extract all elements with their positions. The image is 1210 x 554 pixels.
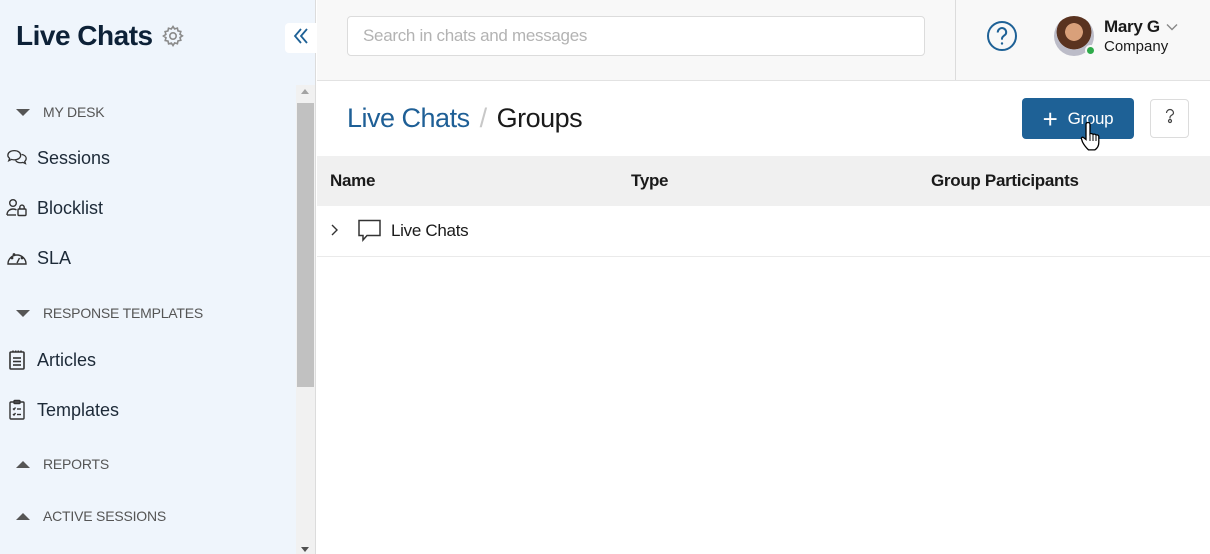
scroll-up-arrow-icon[interactable] bbox=[301, 89, 309, 94]
nav-label: Blocklist bbox=[37, 197, 104, 218]
topbar-divider bbox=[955, 0, 956, 80]
column-header-name[interactable]: Name bbox=[330, 171, 375, 191]
page-header: Live Chats / Groups + Group bbox=[317, 81, 1210, 156]
nav-label: Articles bbox=[37, 349, 97, 370]
chevron-right-icon[interactable] bbox=[329, 223, 341, 237]
double-chevron-left-icon bbox=[292, 27, 310, 50]
nav-label: SLA bbox=[37, 247, 72, 268]
section-active-sessions[interactable]: ACTIVE SESSIONS bbox=[16, 508, 166, 524]
user-menu[interactable]: Mary G Company bbox=[1054, 16, 1178, 56]
chat-bubble-icon bbox=[357, 218, 382, 243]
chevron-down-icon bbox=[1166, 18, 1178, 36]
sidebar-scrollbar[interactable] bbox=[296, 85, 315, 554]
sidebar-item-articles[interactable]: Articles bbox=[6, 349, 96, 371]
user-name-row: Mary G bbox=[1104, 17, 1178, 37]
caret-up-icon bbox=[16, 512, 30, 520]
add-group-button[interactable]: + Group bbox=[1022, 98, 1134, 139]
section-label: REPORTS bbox=[43, 456, 110, 472]
question-mark-icon bbox=[1164, 108, 1176, 129]
caret-down-icon bbox=[16, 108, 30, 116]
nav-label: Templates bbox=[37, 399, 120, 420]
page-help-button[interactable] bbox=[1150, 99, 1189, 138]
sidebar-item-templates[interactable]: Templates bbox=[6, 399, 119, 421]
user-info: Mary G Company bbox=[1104, 17, 1178, 55]
breadcrumb-separator: / bbox=[479, 103, 488, 133]
avatar-container bbox=[1054, 16, 1096, 56]
sidebar-brand: Live Chats bbox=[16, 20, 185, 52]
column-header-participants[interactable]: Group Participants bbox=[931, 171, 1079, 191]
breadcrumb-live-chats[interactable]: Live Chats bbox=[347, 103, 470, 134]
section-reports[interactable]: REPORTS bbox=[16, 456, 109, 472]
caret-down-icon bbox=[16, 309, 30, 317]
app-title: Live Chats bbox=[16, 20, 153, 51]
hand-cursor-icon bbox=[1080, 120, 1104, 161]
row-name: Live Chats bbox=[391, 221, 469, 240]
app-root: Live Chats MY DESK Sessions Blocklist SL… bbox=[0, 0, 1210, 554]
chat-bubbles-icon bbox=[6, 147, 28, 169]
clipboard-list-icon bbox=[6, 399, 28, 421]
nav-label: Sessions bbox=[37, 147, 111, 168]
gauge-icon bbox=[6, 247, 28, 269]
search-input[interactable] bbox=[347, 16, 925, 56]
sidebar-item-blocklist[interactable]: Blocklist bbox=[6, 197, 103, 219]
sidebar: Live Chats MY DESK Sessions Blocklist SL… bbox=[0, 0, 316, 554]
topbar: Mary G Company bbox=[317, 0, 1210, 81]
groups-table: Name Type Group Participants Live Chats bbox=[317, 156, 1210, 257]
collapse-sidebar-button[interactable] bbox=[285, 23, 316, 53]
section-label: MY DESK bbox=[43, 104, 105, 120]
table-header: Name Type Group Participants bbox=[317, 156, 1210, 206]
online-status-dot bbox=[1085, 45, 1096, 56]
question-circle-icon[interactable] bbox=[986, 20, 1018, 52]
caret-up-icon bbox=[16, 460, 30, 468]
user-lock-icon bbox=[6, 197, 28, 219]
user-name: Mary G bbox=[1104, 17, 1160, 36]
section-response-templates[interactable]: RESPONSE TEMPLATES bbox=[16, 305, 203, 321]
column-header-type[interactable]: Type bbox=[631, 171, 669, 191]
clipboard-icon bbox=[6, 349, 28, 371]
sidebar-item-sla[interactable]: SLA bbox=[6, 247, 71, 269]
sidebar-item-sessions[interactable]: Sessions bbox=[6, 147, 110, 169]
scrollbar-thumb[interactable] bbox=[297, 103, 314, 387]
scroll-down-arrow-icon[interactable] bbox=[301, 547, 309, 552]
plus-icon: + bbox=[1042, 103, 1058, 134]
table-row[interactable]: Live Chats bbox=[317, 206, 1210, 257]
section-label: RESPONSE TEMPLATES bbox=[43, 305, 204, 321]
breadcrumb: Live Chats / Groups bbox=[347, 103, 583, 134]
page-title: Groups bbox=[496, 103, 583, 133]
gear-icon[interactable] bbox=[161, 24, 185, 48]
section-label: ACTIVE SESSIONS bbox=[43, 508, 167, 524]
user-company: Company bbox=[1104, 38, 1169, 55]
section-my-desk[interactable]: MY DESK bbox=[16, 104, 105, 120]
